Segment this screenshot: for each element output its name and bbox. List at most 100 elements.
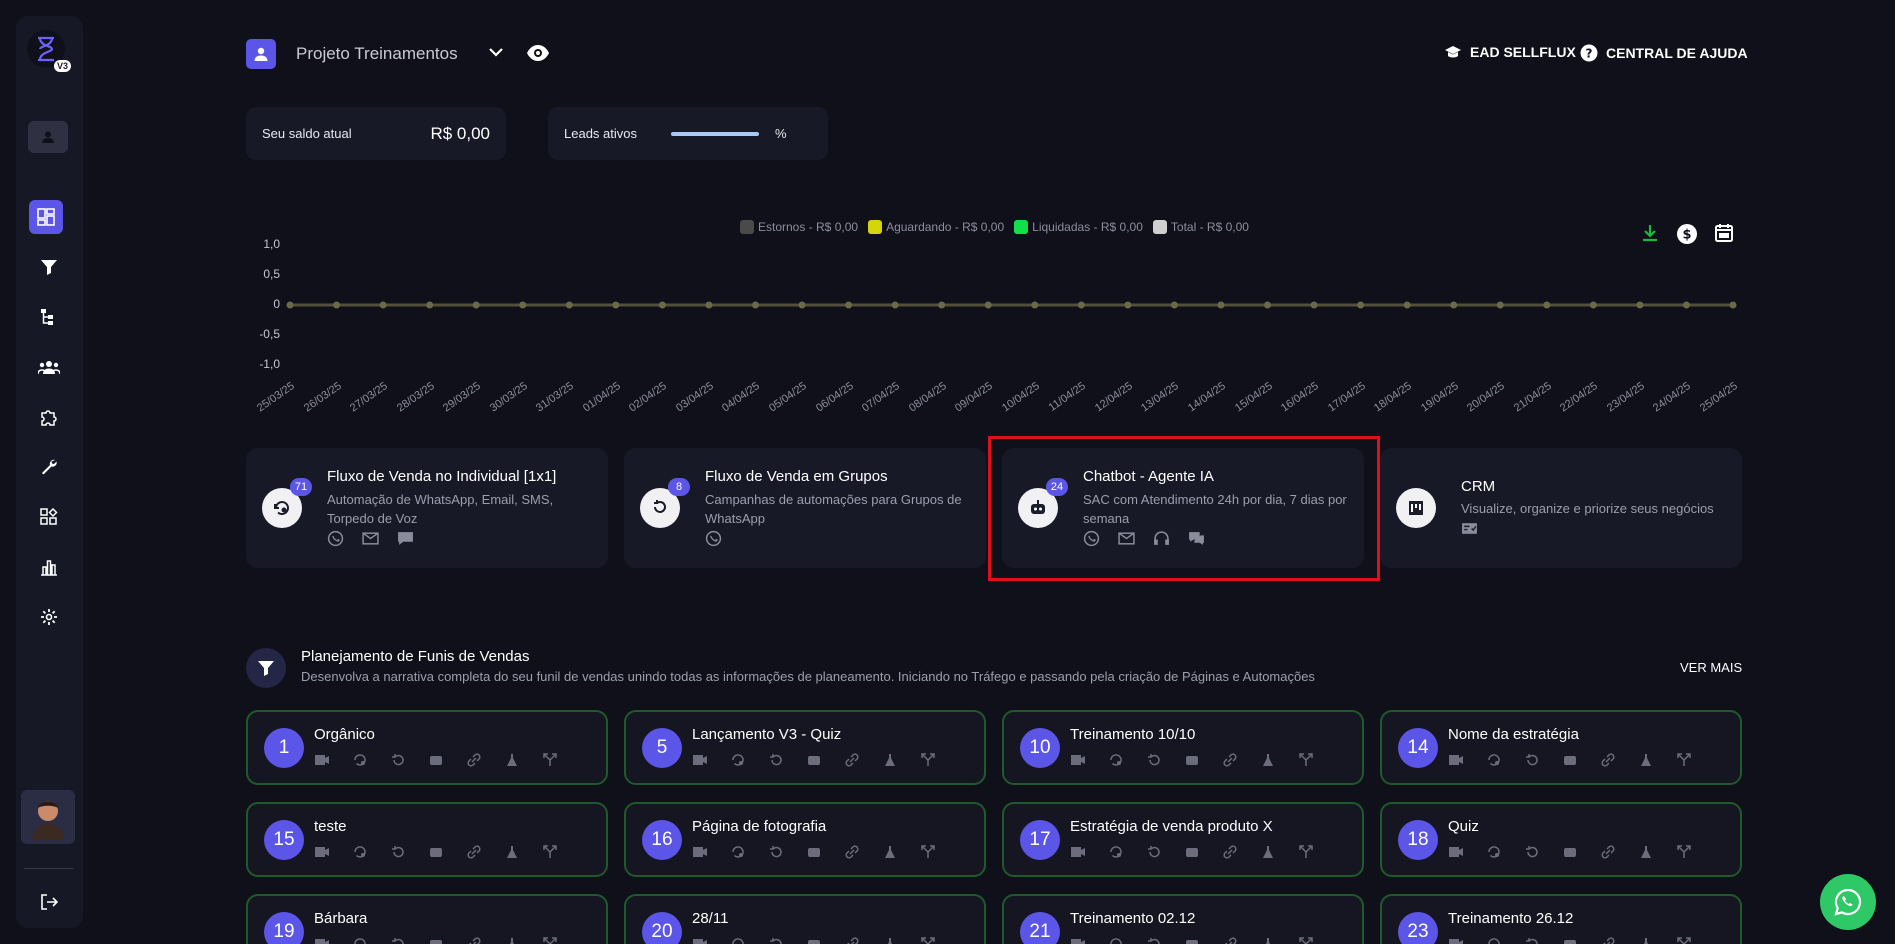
funnel-card[interactable]: 10 Treinamento 10/10 [1002,710,1364,785]
refresh-icon[interactable] [768,936,784,944]
data-point[interactable] [1589,301,1597,309]
flask-icon[interactable] [1260,936,1276,944]
funnel-card[interactable]: 14 Nome da estratégia [1380,710,1742,785]
link-icon[interactable] [1222,752,1238,768]
data-point[interactable] [1310,301,1318,309]
data-point[interactable] [938,301,946,309]
flask-icon[interactable] [882,752,898,768]
data-point[interactable] [565,301,573,309]
data-point[interactable] [1496,301,1504,309]
data-point[interactable] [984,301,992,309]
link-icon[interactable] [1222,936,1238,944]
video-icon[interactable] [1448,752,1464,768]
split-icon[interactable] [542,844,558,860]
link-icon[interactable] [1600,844,1616,860]
sidebar-item-apps[interactable] [29,501,69,533]
feature-card[interactable]: CRM Visualize, organize e priorize seus n… [1380,448,1742,568]
data-point[interactable] [286,301,294,309]
data-point[interactable] [1682,301,1690,309]
split-icon[interactable] [542,936,558,944]
refresh-icon[interactable] [1524,936,1540,944]
automation-icon[interactable] [352,936,368,944]
video-icon[interactable] [1448,936,1464,944]
flask-icon[interactable] [504,752,520,768]
funnel-card[interactable]: 19 Bárbara [246,894,608,944]
data-point[interactable] [845,301,853,309]
refresh-icon[interactable] [1524,844,1540,860]
link-icon[interactable] [466,752,482,768]
automation-icon[interactable] [1108,752,1124,768]
camera-icon[interactable] [1184,752,1200,768]
video-icon[interactable] [1070,844,1086,860]
data-point[interactable] [1543,301,1551,309]
link-icon[interactable] [844,752,860,768]
camera-icon[interactable] [1562,936,1578,944]
data-point[interactable] [333,301,341,309]
refresh-icon[interactable] [390,844,406,860]
video-icon[interactable] [1448,844,1464,860]
flask-icon[interactable] [1638,752,1654,768]
link-icon[interactable] [1600,752,1616,768]
flask-icon[interactable] [882,844,898,860]
video-icon[interactable] [1070,936,1086,944]
sidebar-item-settings[interactable] [29,601,69,633]
data-point[interactable] [1217,301,1225,309]
sidebar-item-reports[interactable] [29,551,69,583]
flask-icon[interactable] [882,936,898,944]
video-icon[interactable] [692,752,708,768]
link-icon[interactable] [466,844,482,860]
link-icon[interactable] [844,844,860,860]
refresh-icon[interactable] [390,752,406,768]
flask-icon[interactable] [504,844,520,860]
data-point[interactable] [1077,301,1085,309]
automation-icon[interactable] [352,752,368,768]
whatsapp-button[interactable] [1820,874,1876,930]
split-icon[interactable] [1676,844,1692,860]
data-point[interactable] [426,301,434,309]
refresh-icon[interactable] [768,752,784,768]
automation-icon[interactable] [730,752,746,768]
split-icon[interactable] [542,752,558,768]
funnel-card[interactable]: 5 Lançamento V3 - Quiz [624,710,986,785]
data-point[interactable] [798,301,806,309]
funnel-card[interactable]: 15 teste [246,802,608,877]
funnel-card[interactable]: 20 28/11 [624,894,986,944]
split-icon[interactable] [1676,752,1692,768]
camera-icon[interactable] [1184,936,1200,944]
data-point[interactable] [751,301,759,309]
video-icon[interactable] [314,752,330,768]
automation-icon[interactable] [1486,936,1502,944]
split-icon[interactable] [920,752,936,768]
data-point[interactable] [1729,301,1737,309]
refresh-icon[interactable] [1146,844,1162,860]
funnel-card[interactable]: 21 Treinamento 02.12 [1002,894,1364,944]
flask-icon[interactable] [1260,752,1276,768]
video-icon[interactable] [692,844,708,860]
automation-icon[interactable] [1108,936,1124,944]
data-point[interactable] [891,301,899,309]
camera-icon[interactable] [428,936,444,944]
funnel-card[interactable]: 1 Orgânico [246,710,608,785]
feature-card[interactable]: 8 Fluxo de Venda em Grupos Campanhas de au… [624,448,986,568]
camera-icon[interactable] [1562,752,1578,768]
data-point[interactable] [1170,301,1178,309]
see-more-link[interactable]: VER MAIS [1680,660,1742,675]
data-point[interactable] [1264,301,1272,309]
automation-icon[interactable] [730,936,746,944]
feature-card[interactable]: 71 Fluxo de Venda no Individual [1x1] Auto… [246,448,608,568]
video-icon[interactable] [1070,752,1086,768]
data-point[interactable] [519,301,527,309]
funnel-card[interactable]: 17 Estratégia de venda produto X [1002,802,1364,877]
refresh-icon[interactable] [1146,752,1162,768]
data-point[interactable] [612,301,620,309]
split-icon[interactable] [920,844,936,860]
data-point[interactable] [379,301,387,309]
flask-icon[interactable] [1638,844,1654,860]
sidebar-item-tools[interactable] [29,451,69,483]
automation-icon[interactable] [1108,844,1124,860]
funnel-card[interactable]: 18 Quiz [1380,802,1742,877]
flask-icon[interactable] [1638,936,1654,944]
automation-icon[interactable] [1486,844,1502,860]
refresh-icon[interactable] [768,844,784,860]
automation-icon[interactable] [730,844,746,860]
